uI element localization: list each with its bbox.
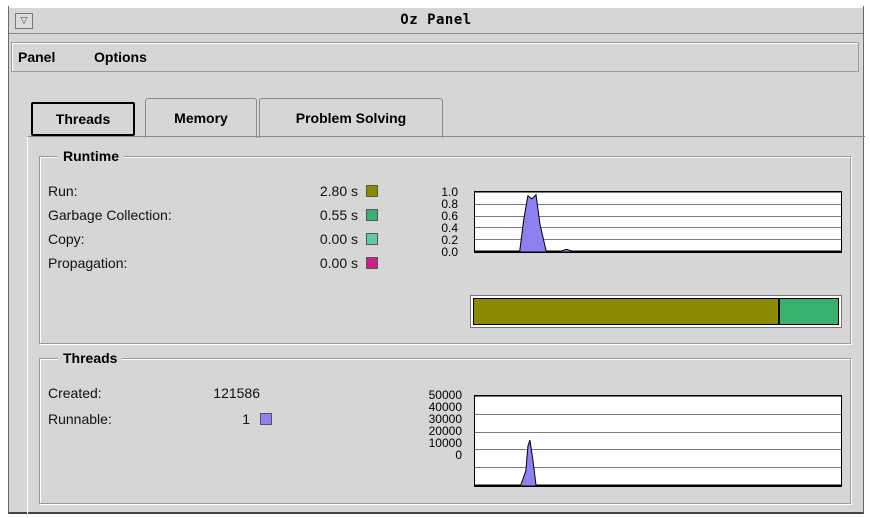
- run-label: Run:: [48, 183, 78, 199]
- runtime-group-title: Runtime: [58, 148, 124, 164]
- tab-memory[interactable]: Memory: [145, 98, 257, 138]
- created-label: Created:: [48, 385, 102, 401]
- gc-value: 0.55 s: [319, 207, 358, 223]
- gc-label: Garbage Collection:: [48, 207, 172, 223]
- threads-history-plot: [474, 395, 842, 487]
- menu-panel[interactable]: Panel: [18, 49, 55, 65]
- oz-panel-window: ▽ Oz Panel Panel Options Memory Problem …: [8, 6, 865, 514]
- tab-threads[interactable]: Threads: [31, 102, 135, 136]
- propagation-value: 0.00 s: [319, 255, 358, 271]
- runnable-color-swatch: [260, 413, 272, 425]
- propagation-color-swatch: [366, 257, 378, 269]
- runtime-group: Runtime Run: 2.80 s Garbage Collection: …: [39, 148, 851, 344]
- threads-plot-series-area: [475, 439, 841, 486]
- gc-color-swatch: [366, 209, 378, 221]
- runtime-plot-svg: [475, 192, 841, 252]
- runtime-history-plot: [474, 191, 842, 253]
- created-value: 121586: [213, 385, 260, 401]
- run-color-swatch: [366, 185, 378, 197]
- copy-value: 0.00 s: [319, 231, 358, 247]
- title-bar[interactable]: ▽ Oz Panel: [9, 6, 863, 34]
- threads-plot-svg: [475, 396, 841, 486]
- threads-group-title: Threads: [58, 350, 123, 366]
- threads-group: Threads Created: 121586 Runnable: 1 5000…: [39, 350, 851, 504]
- copy-label: Copy:: [48, 231, 85, 247]
- threads-ytick: 0: [455, 448, 462, 462]
- runtime-distribution-bar: [470, 295, 842, 328]
- run-bar-segment: [473, 298, 779, 325]
- menu-bar: Panel Options: [11, 42, 859, 72]
- window-title: Oz Panel: [400, 12, 472, 28]
- tab-problem-solving[interactable]: Problem Solving: [259, 98, 443, 138]
- runtime-plot-series-area: [475, 193, 841, 252]
- copy-color-swatch: [366, 233, 378, 245]
- propagation-label: Propagation:: [48, 255, 128, 271]
- runnable-label: Runnable:: [48, 411, 112, 427]
- runtime-ytick: 0.0: [441, 245, 458, 259]
- menu-options[interactable]: Options: [94, 49, 147, 65]
- run-value: 2.80 s: [319, 183, 358, 199]
- runnable-value: 1: [242, 411, 250, 427]
- gc-bar-segment: [779, 298, 839, 325]
